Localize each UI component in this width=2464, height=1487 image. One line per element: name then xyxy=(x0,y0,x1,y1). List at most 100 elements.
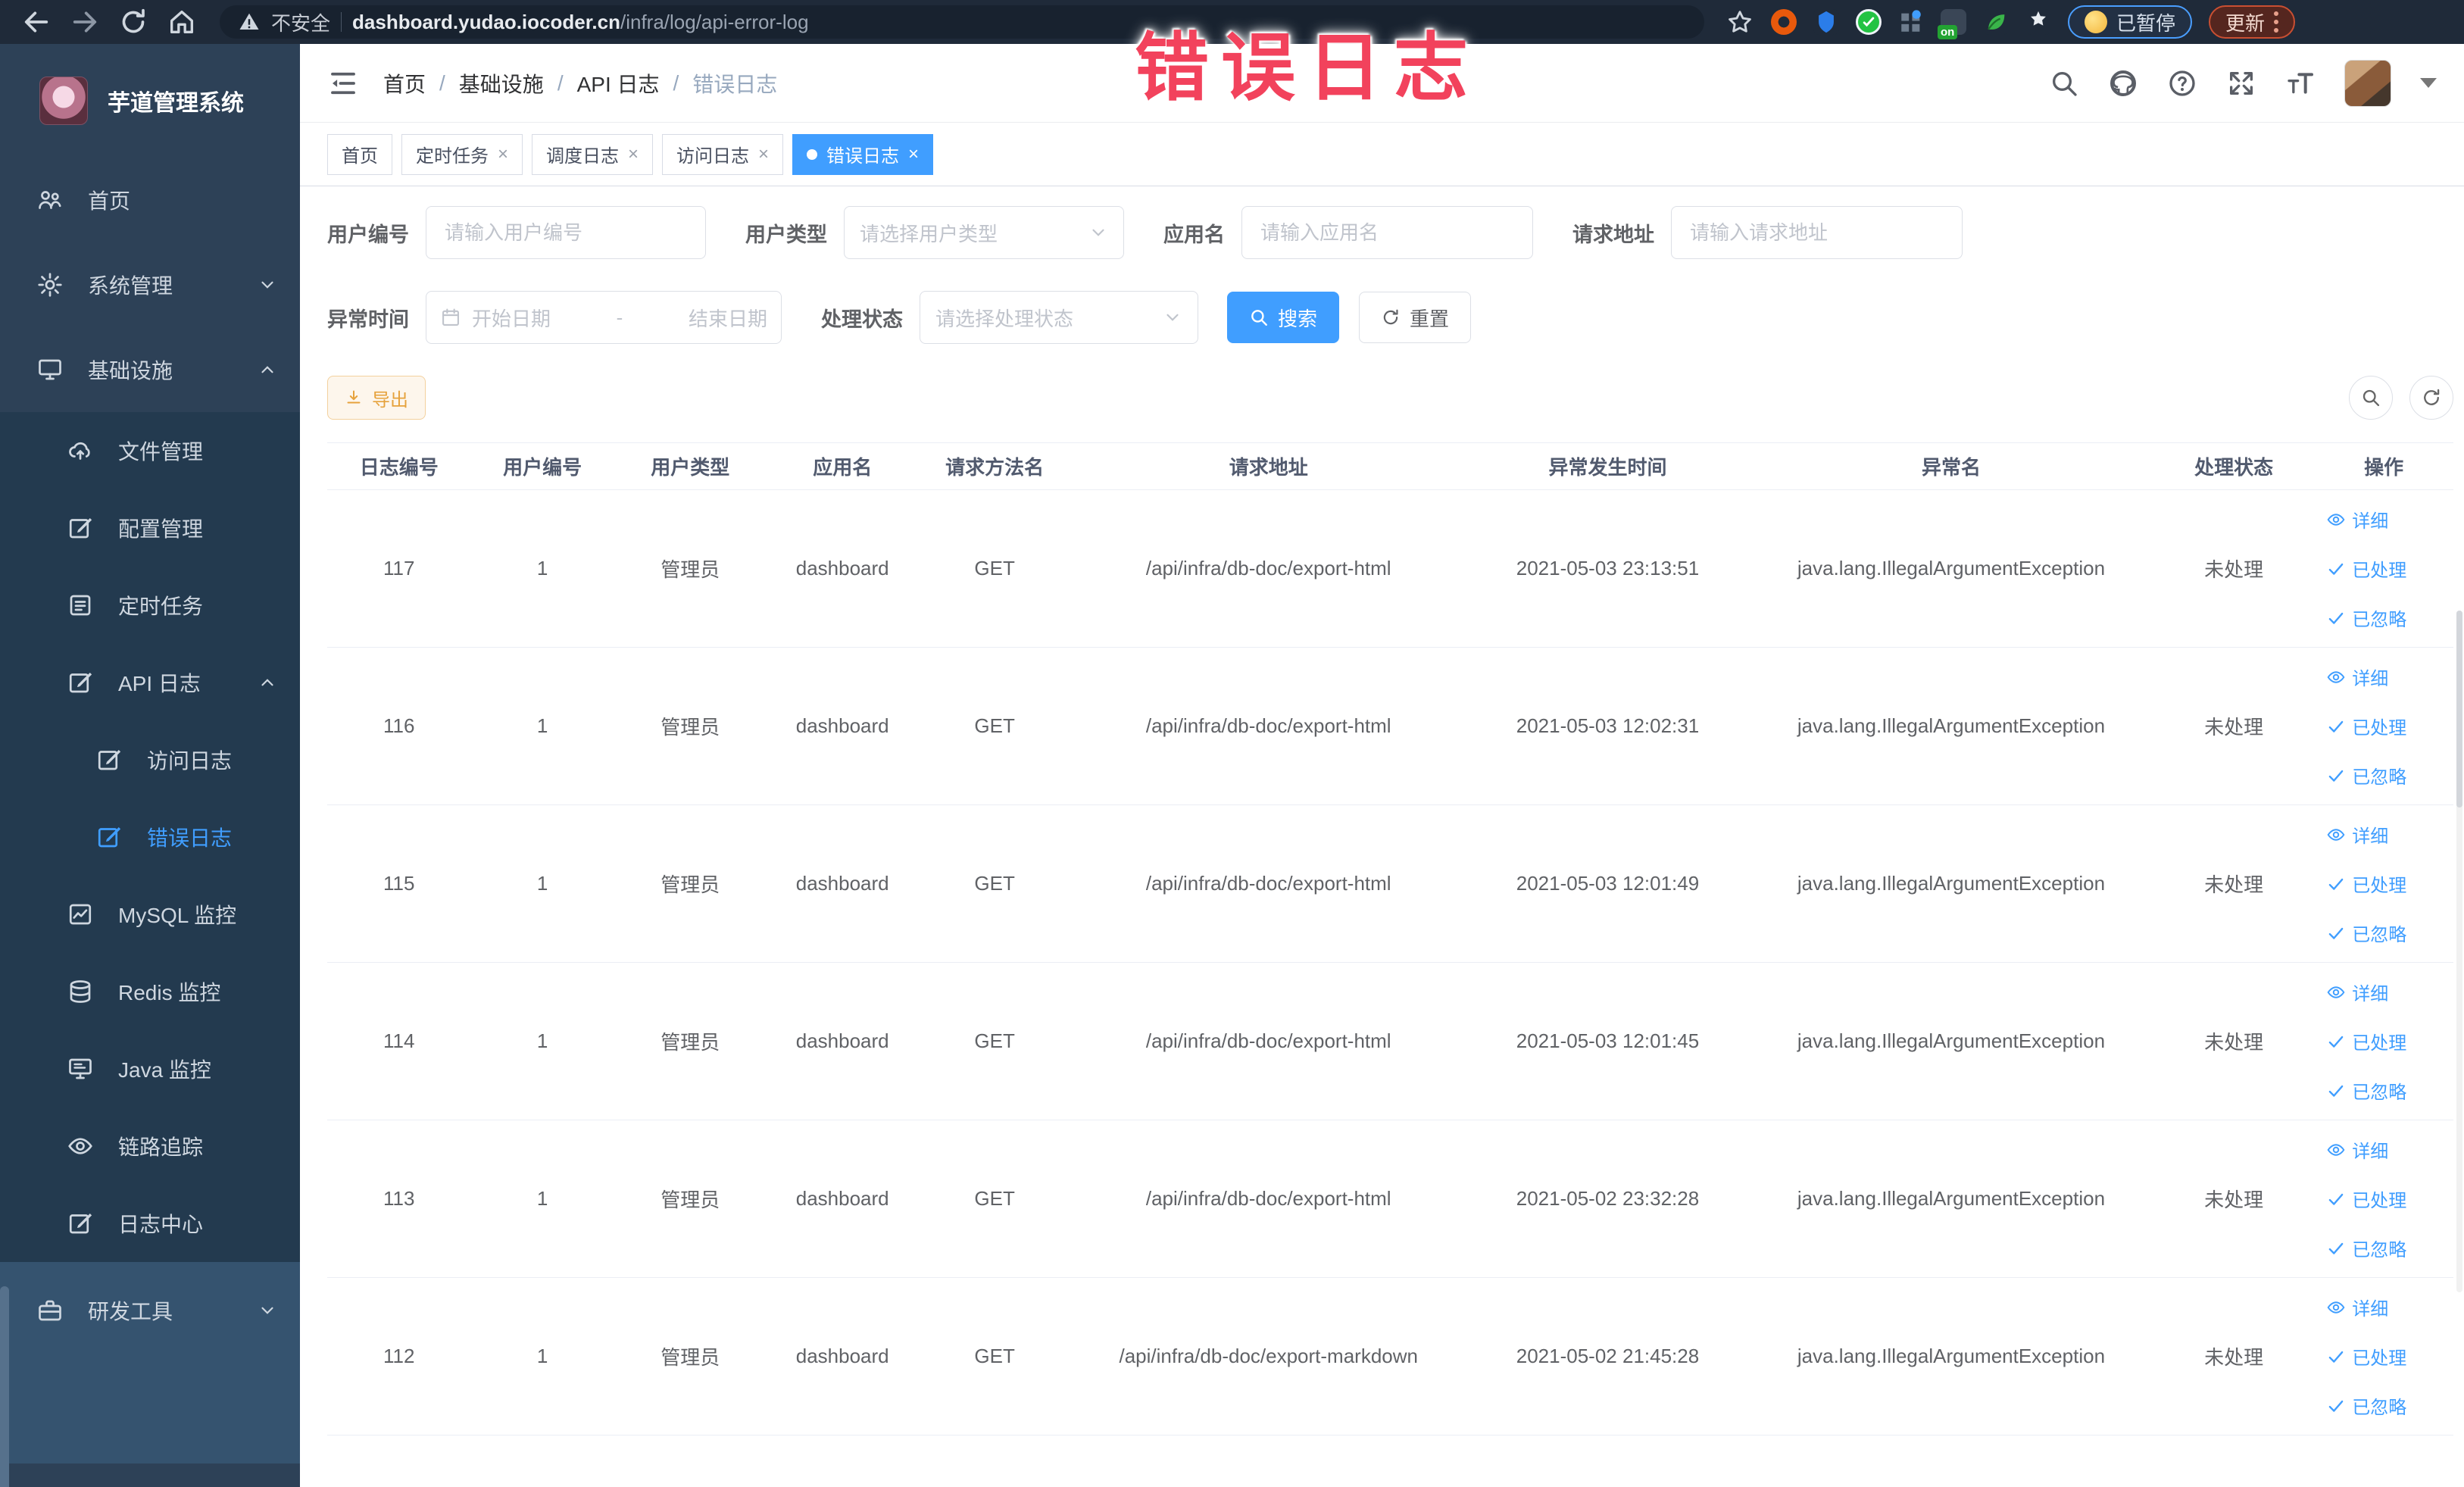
exception-time-range-picker[interactable]: 开始日期 - 结束日期 xyxy=(426,291,782,344)
close-icon[interactable]: × xyxy=(758,145,769,164)
reset-button[interactable]: 重置 xyxy=(1359,292,1472,343)
avatar-caret-icon[interactable] xyxy=(2420,78,2437,88)
col-exception-time: 异常发生时间 xyxy=(1466,442,1750,490)
reload-button[interactable] xyxy=(109,5,158,39)
sidebar-item-mysql-monitor[interactable]: MySQL 监控 xyxy=(0,876,300,953)
cell-time: 2021-05-03 12:01:49 xyxy=(1466,804,1750,963)
mark-ignored-link[interactable]: 已忽略 xyxy=(2326,1392,2406,1419)
sidebar-fold-icon[interactable] xyxy=(327,67,359,99)
extension-icon-green-check[interactable] xyxy=(1856,9,1882,35)
sidebar-item-trace[interactable]: 链路追踪 xyxy=(0,1107,300,1185)
sidebar-item-dev-tools[interactable]: 研发工具 xyxy=(0,1268,300,1353)
sidebar-item-system-management[interactable]: 系统管理 xyxy=(0,242,300,327)
mark-processed-link[interactable]: 已处理 xyxy=(2326,555,2406,582)
mark-ignored-link[interactable]: 已忽略 xyxy=(2326,762,2406,789)
cell-url: /api/infra/db-doc/export-markdown xyxy=(1070,1277,1466,1435)
sidebar-item-access-log[interactable]: 访问日志 xyxy=(0,721,300,798)
sidebar-item-redis-monitor[interactable]: Redis 监控 xyxy=(0,953,300,1030)
mark-ignored-link[interactable]: 已忽略 xyxy=(2326,920,2406,946)
breadcrumb-item-infrastructure[interactable]: 基础设施 xyxy=(459,68,544,98)
close-icon[interactable]: × xyxy=(908,145,919,164)
close-icon[interactable]: × xyxy=(628,145,639,164)
mark-processed-link[interactable]: 已处理 xyxy=(2326,870,2406,897)
detail-link[interactable]: 详细 xyxy=(2326,506,2388,533)
app-name-input[interactable] xyxy=(1241,206,1533,259)
export-button[interactable]: 导出 xyxy=(327,376,426,420)
cell-app: dashboard xyxy=(766,647,919,805)
sidebar-item-scheduled-tasks[interactable]: 定时任务 xyxy=(0,567,300,644)
sidebar-scrollbar[interactable] xyxy=(0,1286,9,1487)
request-url-input[interactable] xyxy=(1671,206,1963,259)
cell-url: /api/infra/db-doc/export-html xyxy=(1070,1120,1466,1278)
browser-menu-kebab-icon[interactable] xyxy=(2274,11,2279,33)
user-id-input[interactable] xyxy=(426,206,706,259)
sidebar-item-api-log[interactable]: API 日志 xyxy=(0,644,300,721)
download-icon xyxy=(347,390,361,404)
extension-icon-leaf[interactable] xyxy=(1983,9,2009,35)
close-icon[interactable]: × xyxy=(498,145,508,164)
search-button[interactable]: 搜索 xyxy=(1227,292,1340,343)
cell-user-type: 管理员 xyxy=(614,962,767,1120)
sidebar-item-java-monitor[interactable]: Java 监控 xyxy=(0,1030,300,1107)
mark-processed-link[interactable]: 已处理 xyxy=(2326,713,2406,739)
refresh-table-button[interactable] xyxy=(2409,376,2453,420)
app-logo-row[interactable]: 芋道管理系统 xyxy=(0,44,300,158)
process-status-select[interactable]: 请选择处理状态 xyxy=(920,291,1198,344)
mark-ignored-link[interactable]: 已忽略 xyxy=(2326,1077,2406,1104)
sidebar-item-file-management[interactable]: 文件管理 xyxy=(0,412,300,489)
extension-icon-on-badge[interactable]: on xyxy=(1938,9,1966,39)
bookmark-star-icon[interactable] xyxy=(1725,8,1754,36)
extension-icon-blue-pin[interactable] xyxy=(1813,9,1839,35)
extension-icon-grid[interactable] xyxy=(1898,9,1924,35)
chevron-down-icon xyxy=(1092,229,1104,236)
github-icon[interactable] xyxy=(2108,68,2138,98)
mark-ignored-link[interactable]: 已忽略 xyxy=(2326,604,2406,631)
profile-paused-pill[interactable]: 已暂停 xyxy=(2068,5,2193,39)
mark-processed-link[interactable]: 已处理 xyxy=(2326,1186,2406,1212)
cell-status: 未处理 xyxy=(2153,647,2315,805)
detail-link[interactable]: 详细 xyxy=(2326,1294,2388,1320)
detail-link[interactable]: 详细 xyxy=(2326,821,2388,848)
search-icon[interactable] xyxy=(2049,68,2079,98)
col-operations: 操作 xyxy=(2314,442,2453,490)
eye-icon xyxy=(2327,1301,2345,1314)
font-size-icon[interactable] xyxy=(2285,68,2316,98)
help-icon[interactable] xyxy=(2167,68,2197,98)
user-type-select[interactable]: 请选择用户类型 xyxy=(844,206,1124,259)
home-button[interactable] xyxy=(158,5,206,39)
browser-update-button[interactable]: 更新 xyxy=(2209,5,2296,39)
eye-icon xyxy=(68,1138,92,1154)
forward-button[interactable] xyxy=(61,5,109,39)
address-bar[interactable]: 不安全 dashboard.yudao.iocoder.cn/infra/log… xyxy=(220,5,1704,39)
security-label: 不安全 xyxy=(271,11,331,35)
content-scrollbar[interactable] xyxy=(2456,611,2462,1292)
mark-ignored-link[interactable]: 已忽略 xyxy=(2326,1235,2406,1261)
user-avatar[interactable] xyxy=(2344,59,2391,107)
log-edit-icon xyxy=(69,672,92,693)
tag-schedule-log[interactable]: 调度日志 × xyxy=(532,133,654,175)
detail-link[interactable]: 详细 xyxy=(2326,979,2388,1005)
mark-processed-link[interactable]: 已处理 xyxy=(2326,1028,2406,1054)
row-operations: 详细 已处理 已忽略 xyxy=(2320,1294,2447,1419)
cell-app: dashboard xyxy=(766,804,919,963)
back-button[interactable] xyxy=(12,5,61,39)
sidebar-item-home[interactable]: 首页 xyxy=(0,158,300,242)
tag-error-log[interactable]: 错误日志 × xyxy=(792,133,934,175)
sidebar-item-error-log[interactable]: 错误日志 xyxy=(0,798,300,876)
breadcrumb-item-api-log[interactable]: API 日志 xyxy=(577,68,660,98)
tag-label: 访问日志 xyxy=(676,146,750,167)
tag-home[interactable]: 首页 xyxy=(327,133,392,175)
fullscreen-icon[interactable] xyxy=(2226,68,2256,98)
detail-link[interactable]: 详细 xyxy=(2326,1136,2388,1163)
sidebar-item-log-center[interactable]: 日志中心 xyxy=(0,1185,300,1262)
breadcrumb-item-home[interactable]: 首页 xyxy=(383,68,426,98)
sidebar-item-config-management[interactable]: 配置管理 xyxy=(0,489,300,567)
mark-processed-link[interactable]: 已处理 xyxy=(2326,1343,2406,1370)
toggle-search-button[interactable] xyxy=(2349,376,2393,420)
extension-icon-orange[interactable] xyxy=(1771,9,1797,35)
tag-scheduled-tasks[interactable]: 定时任务 × xyxy=(401,133,523,175)
extensions-puzzle-icon[interactable] xyxy=(2025,9,2051,35)
detail-link[interactable]: 详细 xyxy=(2326,664,2388,690)
sidebar-item-infrastructure[interactable]: 基础设施 xyxy=(0,327,300,412)
tag-access-log[interactable]: 访问日志 × xyxy=(662,133,784,175)
